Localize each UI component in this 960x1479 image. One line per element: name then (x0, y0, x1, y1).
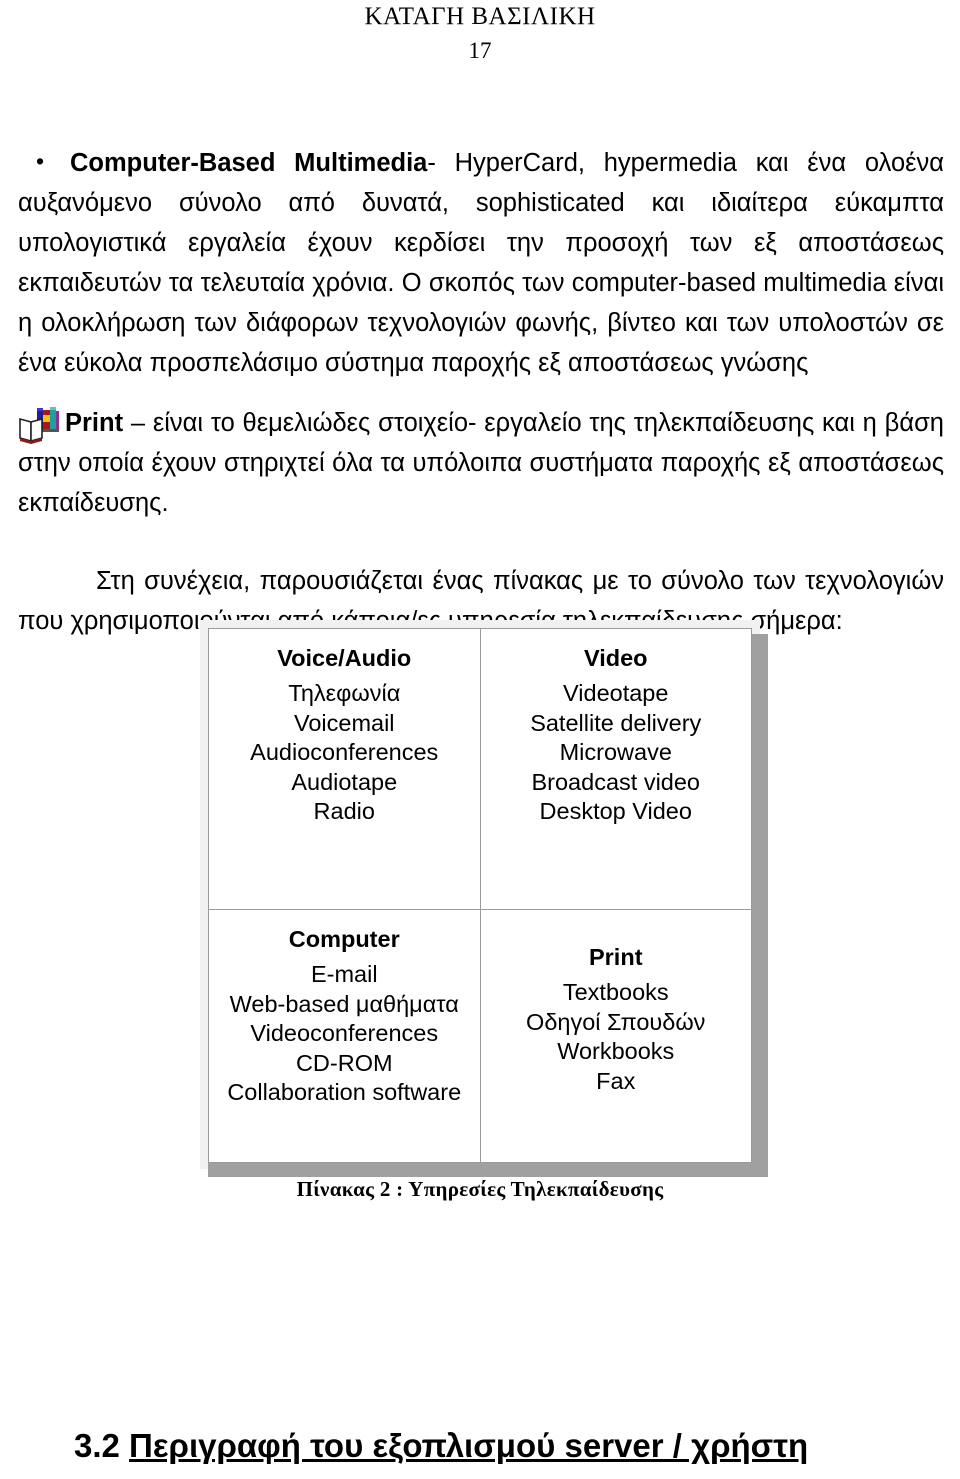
technologies-table-frame: Voice/Audio Τηλεφωνία Voicemail Audiocon… (200, 620, 768, 1177)
list-item: Audioconferences (250, 739, 439, 765)
list-item: Fax (596, 1067, 636, 1094)
table-caption: Πίνακας 2 : Υπηρεσίες Τηλεκπαίδευσης (296, 1177, 664, 1201)
list-item: Collaboration software (227, 1079, 462, 1105)
cell-list: E-mail Web-based μαθήματα Videoconferenc… (215, 960, 474, 1108)
paragraph-text: - HyperCard, hypermedia και ένα ολοένα α… (18, 149, 944, 377)
technologies-table: Voice/Audio Τηλεφωνία Voicemail Audiocon… (208, 628, 752, 1163)
list-item: Videotape (563, 680, 669, 706)
cell-list: Textbooks Οδηγοί Σπουδών Workbooks Fax (487, 978, 746, 1096)
table-row: Voice/Audio Τηλεφωνία Voicemail Audiocon… (208, 628, 752, 910)
paragraph-computer-based-multimedia: • Computer-Based Multimedia- HyperCard, h… (18, 141, 944, 383)
section-title: Περιγραφή του εξοπλισμού server / χρήστη (129, 1427, 809, 1464)
cell-list: Videotape Satellite delivery Microwave B… (487, 679, 746, 827)
cell-title: Print (588, 944, 643, 970)
list-item: Broadcast video (531, 768, 701, 795)
cell-title: Computer (288, 926, 400, 952)
table-cell-voice-audio: Voice/Audio Τηλεφωνία Voicemail Audiocon… (208, 628, 481, 910)
paragraph-print: Print – είναι το θεμελιώδες στοιχείο- ερ… (18, 403, 944, 523)
books-icon (18, 405, 64, 445)
list-item: Web-based μαθήματα (229, 990, 459, 1017)
cell-title: Video (583, 645, 648, 671)
list-item: Τηλεφωνία (288, 680, 401, 706)
paragraph-bold-lead: Computer-Based Multimedia (70, 149, 428, 177)
list-item: Satellite delivery (530, 709, 702, 736)
list-item: E-mail (310, 961, 378, 987)
list-item: CD-ROM (295, 1049, 393, 1076)
section-number: 3.2 (74, 1427, 130, 1464)
table-cell-print: Print Textbooks Οδηγοί Σπουδών Workbooks… (479, 909, 752, 1163)
list-item: Οδηγοί Σπουδών (526, 1008, 706, 1035)
table-cell-computer: Computer E-mail Web-based μαθήματα Video… (208, 909, 481, 1163)
header-author: ΚΑΤΑΓΗ ΒΑΣΙΛΙΚΗ (364, 3, 596, 30)
table-row: Computer E-mail Web-based μαθήματα Video… (208, 909, 752, 1163)
list-item: Textbooks (562, 979, 669, 1005)
list-item: Voicemail (293, 709, 395, 736)
technologies-table-wrapper: Voice/Audio Τηλεφωνία Voicemail Audiocon… (200, 620, 768, 1177)
document-body: • Computer-Based Multimedia- HyperCard, h… (18, 141, 944, 641)
list-item: Videoconferences (250, 1020, 439, 1046)
table-cell-video: Video Videotape Satellite delivery Micro… (479, 628, 752, 910)
page-number: 17 (468, 38, 492, 63)
cell-list: Τηλεφωνία Voicemail Audioconferences Aud… (215, 679, 474, 827)
print-text: – είναι το θεμελιώδες στοιχείο- εργαλείο… (18, 409, 944, 517)
section-heading: 3.2 Περιγραφή του εξοπλισμού server / χρ… (74, 1424, 808, 1468)
list-item: Radio (313, 798, 375, 824)
list-item: Microwave (559, 739, 672, 765)
list-item: Workbooks (557, 1038, 675, 1064)
bullet-icon: • (36, 148, 45, 174)
list-item: Desktop Video (539, 798, 692, 824)
cell-title: Voice/Audio (277, 645, 412, 671)
page-header: ΚΑΤΑΓΗ ΒΑΣΙΛΙΚΗ 17 (0, 0, 960, 66)
list-item: Audiotape (291, 768, 398, 795)
print-bold-lead: Print (65, 409, 124, 437)
